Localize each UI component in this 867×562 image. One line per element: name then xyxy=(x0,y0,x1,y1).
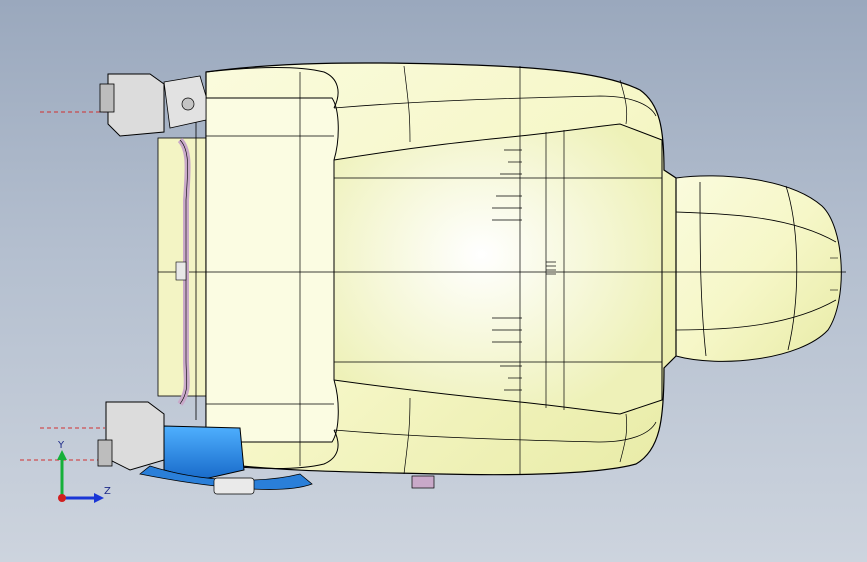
reference-lines xyxy=(20,111,108,461)
y-axis-label: Y xyxy=(58,440,65,451)
seat-assembly-model[interactable] xyxy=(0,0,867,562)
headrest[interactable] xyxy=(675,175,846,362)
triad-axes xyxy=(57,450,104,503)
upper-pivot-bracket[interactable] xyxy=(99,73,207,137)
seat-back-cushion[interactable] xyxy=(158,62,677,476)
coordinate-triad: Y Z xyxy=(40,436,120,516)
z-axis-label: Z xyxy=(104,486,111,497)
cad-3d-viewport[interactable]: Y Z xyxy=(0,0,867,562)
